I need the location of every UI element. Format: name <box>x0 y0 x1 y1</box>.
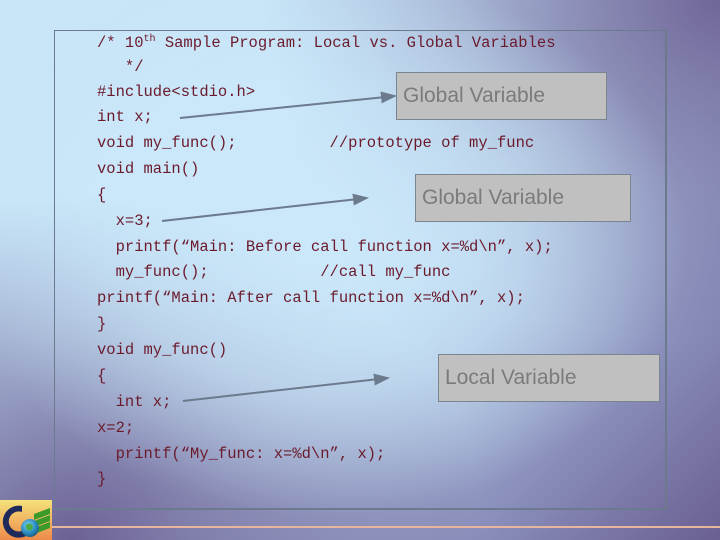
code-line-main-close: } <box>97 315 107 333</box>
code-text: Sample Program: Local vs. Global Variabl… <box>155 34 556 52</box>
superscript-th: th <box>143 34 156 45</box>
code-line-printf-before: printf(“Main: Before call function x=%d\… <box>97 238 553 256</box>
globe-logo-icon <box>0 500 52 540</box>
code-line-global-decl: int x; <box>97 108 153 126</box>
code-line-assign-3: x=3; <box>97 212 153 230</box>
callout-label: Local Variable <box>445 366 577 389</box>
callout-global-variable-2: Global Variable <box>415 174 631 222</box>
code-text: /* 10 <box>97 34 144 52</box>
code-line-func-signature: void my_func() <box>97 341 228 359</box>
code-listing: /* 10th Sample Program: Local vs. Global… <box>0 0 556 488</box>
code-line-prototype: void my_func(); //prototype of my_func <box>97 134 535 152</box>
code-line-call: my_func(); //call my_func <box>97 263 451 281</box>
code-line-include: #include<stdio.h> <box>97 83 256 101</box>
code-line-printf-func: printf(“My_func: x=%d\n”, x); <box>97 445 386 463</box>
code-line-main-signature: void main() <box>97 160 200 178</box>
callout-label: Global Variable <box>422 186 565 209</box>
footer-rule <box>52 526 720 528</box>
code-line-printf-after: printf(“Main: After call function x=%d\n… <box>97 289 525 307</box>
code-line-comment: /* 10th Sample Program: Local vs. Global… <box>97 34 556 52</box>
code-line-local-decl: int x; <box>97 393 172 411</box>
code-line-func-close: } <box>97 470 107 488</box>
code-line-main-open: { <box>97 186 107 204</box>
code-line-func-open: { <box>97 367 107 385</box>
callout-local-variable: Local Variable <box>438 354 660 402</box>
code-line-comment-end: */ <box>97 58 144 76</box>
callout-global-variable-1: Global Variable <box>396 72 607 120</box>
callout-label: Global Variable <box>403 84 546 107</box>
code-line-assign-2: x=2; <box>97 419 135 437</box>
